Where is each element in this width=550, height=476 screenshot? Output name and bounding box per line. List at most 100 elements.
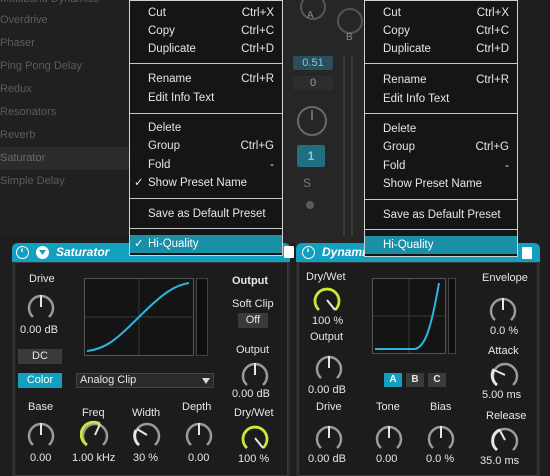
browser-item[interactable]: Resonators	[0, 101, 130, 124]
menu-item-edit-info-text[interactable]: Edit Info Text	[365, 90, 517, 108]
bias-knob[interactable]	[426, 423, 456, 453]
browser-item[interactable]: Overdrive	[0, 9, 130, 32]
menu-item-duplicate[interactable]: Duplicate Ctrl+D	[365, 40, 517, 58]
browser-panel: Multiband Dynamics Overdrive Phaser Ping…	[0, 0, 130, 236]
drywet-knob[interactable]	[240, 423, 270, 453]
menu-item-rename[interactable]: Rename Ctrl+R	[365, 71, 517, 89]
menu-separator	[130, 228, 282, 229]
send-b-knob[interactable]	[337, 8, 363, 34]
browser-item[interactable]: Phaser	[0, 32, 130, 55]
output-section-label: Output	[232, 275, 269, 287]
menu-item-label: Edit Info Text	[383, 93, 450, 105]
envelope-knob[interactable]	[488, 295, 518, 325]
tone-value[interactable]: 0.00	[376, 453, 397, 465]
menu-item-label: Hi-Quality	[383, 239, 434, 251]
freq-value[interactable]: 1.00 kHz	[72, 452, 118, 464]
tube-a-button[interactable]: A	[384, 373, 402, 387]
base-value[interactable]: 0.00	[30, 452, 51, 464]
depth-knob[interactable]	[184, 420, 214, 450]
release-value[interactable]: 35.0 ms	[480, 455, 519, 467]
output-value[interactable]: 0.00 dB	[232, 388, 270, 400]
menu-item-group[interactable]: Group Ctrl+G	[365, 138, 517, 156]
menu-item-shortcut: Ctrl+C	[476, 25, 509, 37]
tube-c-button[interactable]: C	[428, 373, 446, 387]
soft-clip-toggle[interactable]: Off	[238, 313, 268, 328]
browser-item-selected[interactable]: Saturator	[0, 147, 130, 170]
fold-arrow-icon[interactable]	[36, 246, 49, 259]
menu-item-edit-info-text[interactable]: Edit Info Text	[130, 89, 282, 107]
output-knob[interactable]	[240, 360, 270, 390]
saturator-device: Saturator Drive 0.00 dB DC Color Analog …	[12, 243, 290, 476]
drywet-label: Dry/Wet	[234, 407, 274, 419]
mixer-knob[interactable]	[297, 106, 327, 136]
drywet-knob[interactable]	[312, 285, 342, 315]
fader-track	[351, 56, 353, 236]
tone-knob[interactable]	[374, 423, 404, 453]
menu-item-fold[interactable]: Fold -	[365, 157, 517, 175]
attack-value[interactable]: 5.00 ms	[482, 389, 521, 401]
drive-label: Drive	[29, 273, 55, 285]
color-button[interactable]: Color	[18, 373, 62, 388]
solo-button[interactable]: S	[303, 176, 311, 190]
drive-value[interactable]: 0.00 dB	[20, 324, 58, 336]
menu-item-delete[interactable]: Delete	[130, 119, 282, 137]
browser-item[interactable]: Reverb	[0, 124, 130, 147]
menu-item-duplicate[interactable]: Duplicate Ctrl+D	[130, 40, 282, 58]
output-knob[interactable]	[314, 353, 344, 383]
power-icon[interactable]	[302, 246, 315, 259]
envelope-value[interactable]: 0.0 %	[490, 325, 518, 337]
release-knob[interactable]	[490, 425, 520, 455]
menu-item-rename[interactable]: Rename Ctrl+R	[130, 70, 282, 88]
drive-knob[interactable]	[26, 292, 56, 322]
menu-item-show-preset-name[interactable]: Show Preset Name	[365, 175, 517, 193]
menu-item-save-default-preset[interactable]: Save as Default Preset	[365, 206, 517, 224]
attack-knob[interactable]	[490, 360, 520, 390]
track-activator-button[interactable]: 1	[297, 145, 325, 167]
menu-item-group[interactable]: Group Ctrl+G	[130, 137, 282, 155]
menu-item-hi-quality[interactable]: Hi-Quality	[365, 236, 517, 254]
drywet-value[interactable]: 100 %	[238, 453, 269, 465]
width-knob[interactable]	[132, 420, 162, 450]
menu-item-copy[interactable]: Copy Ctrl+C	[130, 22, 282, 40]
menu-item-save-default-preset[interactable]: Save as Default Preset	[130, 205, 282, 223]
menu-item-hi-quality[interactable]: ✓ Hi-Quality	[130, 235, 282, 253]
menu-item-label: Save as Default Preset	[383, 209, 501, 221]
browser-item[interactable]: Simple Delay	[0, 170, 130, 193]
menu-item-cut[interactable]: Cut Ctrl+X	[130, 4, 282, 22]
drive-knob[interactable]	[314, 423, 344, 453]
power-icon[interactable]	[16, 246, 29, 259]
menu-item-label: Show Preset Name	[148, 177, 248, 189]
menu-item-label: Copy	[148, 25, 175, 37]
menu-item-label: Delete	[383, 123, 417, 135]
menu-item-label: Hi-Quality	[148, 238, 199, 250]
browser-item[interactable]: Redux	[0, 78, 130, 101]
browser-item[interactable]: Ping Pong Delay	[0, 55, 130, 78]
drive-value[interactable]: 0.00 dB	[308, 453, 346, 465]
menu-item-delete[interactable]: Delete	[365, 120, 517, 138]
width-value[interactable]: 30 %	[133, 452, 158, 464]
bias-value[interactable]: 0.0 %	[426, 453, 454, 465]
arm-button[interactable]	[306, 201, 314, 209]
menu-item-fold[interactable]: Fold -	[130, 156, 282, 174]
volume-value[interactable]: 0	[293, 76, 333, 90]
depth-value[interactable]: 0.00	[188, 452, 209, 464]
menu-item-copy[interactable]: Copy Ctrl+C	[365, 22, 517, 40]
soft-clip-label: Soft Clip	[232, 298, 274, 310]
base-knob[interactable]	[26, 420, 56, 450]
menu-item-show-preset-name[interactable]: ✓ Show Preset Name	[130, 174, 282, 192]
pan-value[interactable]: 0.51	[293, 56, 333, 70]
freq-knob[interactable]	[80, 420, 110, 450]
drywet-value[interactable]: 100 %	[312, 315, 343, 327]
output-label: Output	[310, 331, 344, 343]
menu-item-shortcut: Ctrl+G	[240, 140, 274, 152]
save-preset-icon[interactable]	[522, 247, 532, 259]
tube-b-button[interactable]: B	[406, 373, 424, 387]
menu-item-label: Duplicate	[148, 43, 196, 55]
output-value[interactable]: 0.00 dB	[308, 384, 346, 396]
menu-item-cut[interactable]: Cut Ctrl+X	[365, 4, 517, 22]
mode-dropdown[interactable]: Analog Clip	[76, 373, 214, 388]
dc-button[interactable]: DC	[18, 349, 62, 364]
release-label: Release	[486, 410, 527, 422]
menu-item-shortcut: Ctrl+X	[241, 7, 274, 19]
save-preset-icon[interactable]	[284, 246, 294, 258]
